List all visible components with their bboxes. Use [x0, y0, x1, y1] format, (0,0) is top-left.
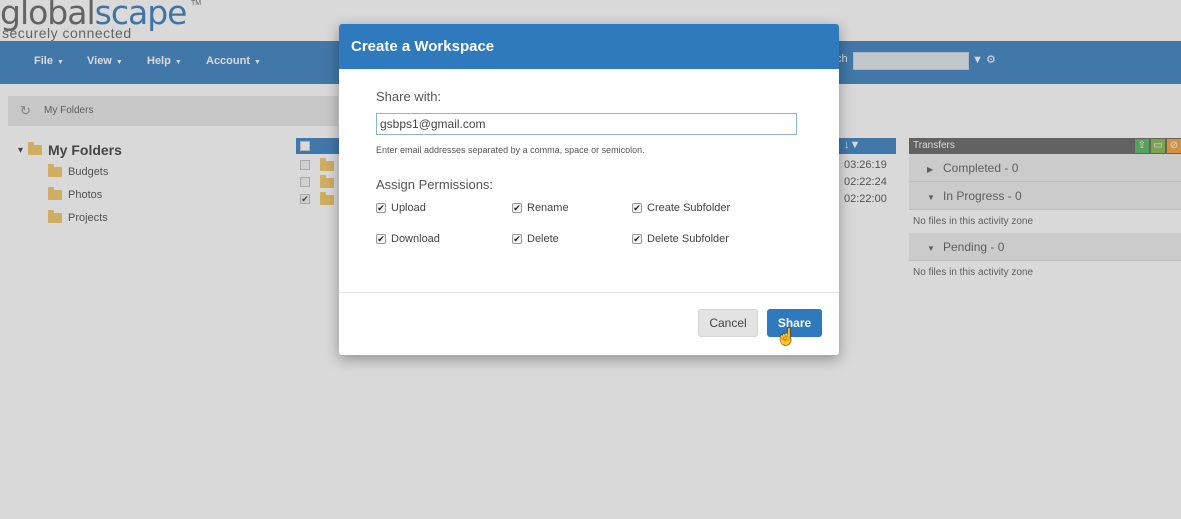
cancel-button[interactable]: Cancel [698, 309, 758, 337]
create-workspace-dialog: Create a Workspace Share with: Enter ema… [339, 24, 839, 355]
permission-label: Delete [527, 233, 559, 245]
checkbox-checked-icon[interactable]: ✔ [632, 234, 642, 244]
permission-create-subfolder[interactable]: ✔ Create Subfolder [632, 202, 730, 214]
checkbox-checked-icon[interactable]: ✔ [512, 234, 522, 244]
assign-permissions-label: Assign Permissions: [376, 177, 494, 192]
permission-label: Download [391, 233, 440, 245]
permission-label: Create Subfolder [647, 202, 731, 214]
permission-download[interactable]: ✔ Download [376, 233, 440, 245]
permission-rename[interactable]: ✔ Rename [512, 202, 569, 214]
permission-delete-subfolder[interactable]: ✔ Delete Subfolder [632, 233, 729, 245]
permission-upload[interactable]: ✔ Upload [376, 202, 426, 214]
hand-cursor-icon: ☝ [776, 329, 796, 346]
share-with-label: Share with: [376, 89, 442, 104]
checkbox-checked-icon[interactable]: ✔ [376, 234, 386, 244]
permission-label: Delete Subfolder [647, 233, 729, 245]
email-hint-text: Enter email addresses separated by a com… [376, 145, 645, 155]
checkbox-checked-icon[interactable]: ✔ [376, 203, 386, 213]
dialog-body: Share with: Enter email addresses separa… [339, 69, 839, 293]
checkbox-checked-icon[interactable]: ✔ [512, 203, 522, 213]
permission-label: Upload [391, 202, 426, 214]
permission-label: Rename [527, 202, 569, 214]
permission-delete[interactable]: ✔ Delete [512, 233, 559, 245]
dialog-title: Create a Workspace [339, 24, 839, 69]
checkbox-checked-icon[interactable]: ✔ [632, 203, 642, 213]
email-field[interactable] [376, 113, 797, 135]
